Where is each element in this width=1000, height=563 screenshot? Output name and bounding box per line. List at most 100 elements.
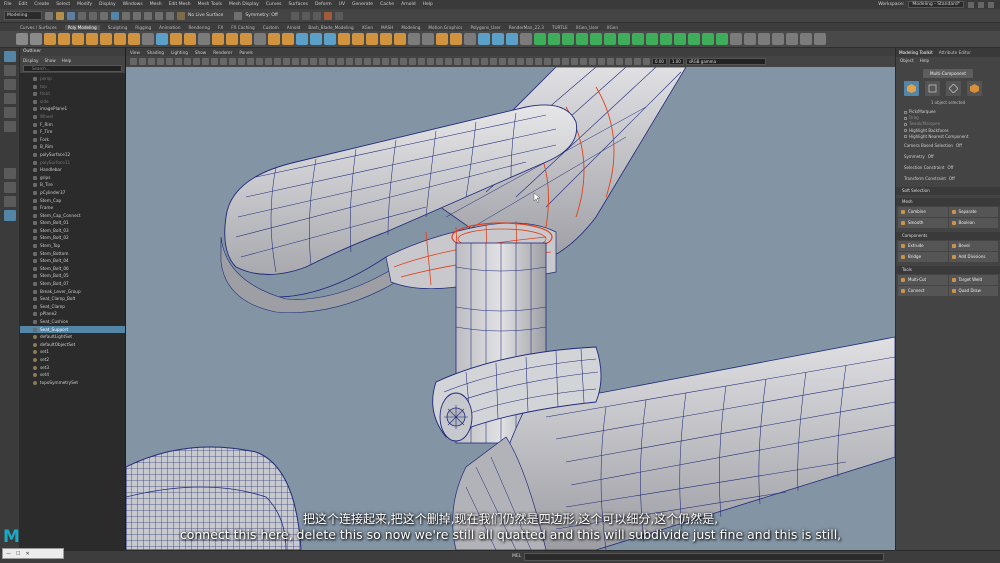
menu-cache[interactable]: Cache <box>380 2 394 7</box>
viewport-toolbar-icon[interactable] <box>139 58 146 65</box>
shelf-tab-turtle[interactable]: TURTLE <box>552 25 568 30</box>
shelf-tool-icon[interactable] <box>772 33 784 45</box>
shelf-tool-icon[interactable] <box>422 33 434 45</box>
outliner-item[interactable]: Break_Lever_Group <box>20 288 125 296</box>
selection-constraint-value[interactable]: Off <box>947 162 953 173</box>
viewport-toolbar-icon[interactable] <box>265 58 272 65</box>
viewport-toolbar-icon[interactable] <box>616 58 623 65</box>
gamma-field[interactable]: 1.00 <box>668 58 684 65</box>
symmetry-icon[interactable] <box>234 11 243 20</box>
menu-modify[interactable]: Modify <box>77 2 92 7</box>
snap-view-plane-icon[interactable] <box>166 11 174 20</box>
checkbox-icon[interactable] <box>904 116 907 120</box>
shelf-tab-motion-graphics[interactable]: Motion Graphics <box>428 25 462 30</box>
shelf-tool-icon[interactable] <box>702 33 714 45</box>
rotate-tool-icon[interactable] <box>3 107 16 118</box>
outliner-item[interactable]: imagePlane1 <box>20 105 125 113</box>
viewport-toolbar-icon[interactable] <box>634 58 641 65</box>
shelf-tool-icon[interactable] <box>534 33 546 45</box>
shelf-tab-xgen[interactable]: XGen <box>362 25 373 30</box>
outliner-item[interactable]: Stem_Cap_Connect <box>20 212 125 220</box>
shelf-tool-icon[interactable] <box>324 33 336 45</box>
snap-curve-icon[interactable] <box>144 11 152 20</box>
viewport-toolbar-icon[interactable] <box>256 58 263 65</box>
shelf-tool-icon[interactable] <box>632 33 644 45</box>
shelf-tool-icon[interactable] <box>464 33 476 45</box>
outliner-menu-help[interactable]: Help <box>62 58 72 63</box>
shelf-tab-xgen-user[interactable]: XGen_User <box>576 25 599 30</box>
viewport-toolbar-icon[interactable] <box>202 58 209 65</box>
single-perspective-layout-icon[interactable] <box>3 168 16 179</box>
outliner-item[interactable]: set2 <box>20 356 125 364</box>
outliner-item[interactable]: polySurface12 <box>20 151 125 159</box>
outliner-item[interactable]: Stem_Bottom <box>20 250 125 258</box>
transform-constraint-row[interactable]: Transform Constraint Off <box>896 173 1000 184</box>
viewport-menu-shading[interactable]: Shading <box>147 50 164 55</box>
shelf-tool-icon[interactable] <box>282 33 294 45</box>
multi-component-button[interactable]: Multi-Component <box>923 69 973 78</box>
hypershade-icon[interactable] <box>323 11 332 20</box>
shelf-tool-icon[interactable] <box>254 33 266 45</box>
viewport-menu-renderer[interactable]: Renderer <box>213 50 232 55</box>
viewport-toolbar-icon[interactable] <box>247 58 254 65</box>
ipr-render-icon[interactable] <box>301 11 310 20</box>
select-object-icon[interactable] <box>111 11 119 20</box>
shelf-tool-icon[interactable] <box>156 33 168 45</box>
scale-tool-icon[interactable] <box>3 121 16 132</box>
viewport-toolbar-icon[interactable] <box>607 58 614 65</box>
outliner-item[interactable]: Stem_Bolt_02 <box>20 234 125 242</box>
shelf-tool-icon[interactable] <box>30 33 42 45</box>
make-live-icon[interactable] <box>177 11 185 20</box>
shelf-tool-icon[interactable] <box>688 33 700 45</box>
checkbox-icon[interactable] <box>904 129 907 133</box>
outliner-item[interactable]: Stem_Bolt_03 <box>20 227 125 235</box>
shelf-tool-icon[interactable] <box>310 33 322 45</box>
move-tool-icon[interactable] <box>3 93 16 104</box>
shelf-tool-icon[interactable] <box>170 33 182 45</box>
shelf-tab-curves-surfaces[interactable]: Curves / Surfaces <box>20 25 57 30</box>
shelf-tool-icon[interactable] <box>352 33 364 45</box>
shelf-tab-rigging[interactable]: Rigging <box>135 25 151 30</box>
viewport-toolbar-icon[interactable] <box>211 58 218 65</box>
shelf-tool-icon[interactable] <box>380 33 392 45</box>
face-mode-icon[interactable] <box>967 81 982 96</box>
viewport-toolbar-icon[interactable] <box>409 58 416 65</box>
shelf-tool-icon[interactable] <box>478 33 490 45</box>
viewport-toolbar-icon[interactable] <box>481 58 488 65</box>
camera-based-selection-row[interactable]: Camera Based Selection Off <box>896 140 1000 151</box>
viewport-menu-lighting[interactable]: Lighting <box>171 50 188 55</box>
viewport-toolbar-icon[interactable] <box>544 58 551 65</box>
checkbox-icon[interactable] <box>904 122 907 126</box>
close-icon[interactable]: ✕ <box>25 551 29 557</box>
mesh-header[interactable]: Mesh <box>896 197 1000 206</box>
outliner-item[interactable]: Wheel <box>20 113 125 121</box>
shelf-tool-icon[interactable] <box>212 33 224 45</box>
viewport-toolbar-icon[interactable] <box>166 58 173 65</box>
menu-deform[interactable]: Deform <box>315 2 332 7</box>
object-mode-icon[interactable] <box>904 81 919 96</box>
add-divisions-button[interactable]: Add Divisions <box>948 251 998 262</box>
mel-command-input[interactable] <box>524 553 884 561</box>
viewport-toolbar-icon[interactable] <box>562 58 569 65</box>
shelf-tab-poly-modeling[interactable]: Poly Modeling <box>64 24 100 30</box>
shelf-tab-fx-caching[interactable]: FX Caching <box>231 25 255 30</box>
checkbox-icon[interactable] <box>904 135 907 139</box>
shelf-tab-arnold[interactable]: Arnold <box>287 25 301 30</box>
outliner-item[interactable]: Stem_Top <box>20 242 125 250</box>
shelf-tool-icon[interactable] <box>436 33 448 45</box>
shelf-tool-icon[interactable] <box>618 33 630 45</box>
minimize-window-icon[interactable] <box>968 1 974 8</box>
tab-attribute-editor[interactable]: Attribute Editor <box>939 50 971 55</box>
shelf-tool-icon[interactable] <box>744 33 756 45</box>
viewport-toolbar-icon[interactable] <box>535 58 542 65</box>
soft-selection-header[interactable]: Soft Selection <box>896 186 1000 195</box>
menu-mesh-display[interactable]: Mesh Display <box>229 2 259 7</box>
shelf-tool-icon[interactable] <box>800 33 812 45</box>
arnold-render-icon[interactable] <box>334 11 343 20</box>
outliner-item[interactable]: grips <box>20 174 125 182</box>
shelf-tab-mash[interactable]: MASH <box>381 25 393 30</box>
viewport-toolbar-icon[interactable] <box>625 58 632 65</box>
viewport-toolbar-icon[interactable] <box>508 58 515 65</box>
shelf-tool-icon[interactable] <box>562 33 574 45</box>
viewport-toolbar-icon[interactable] <box>571 58 578 65</box>
